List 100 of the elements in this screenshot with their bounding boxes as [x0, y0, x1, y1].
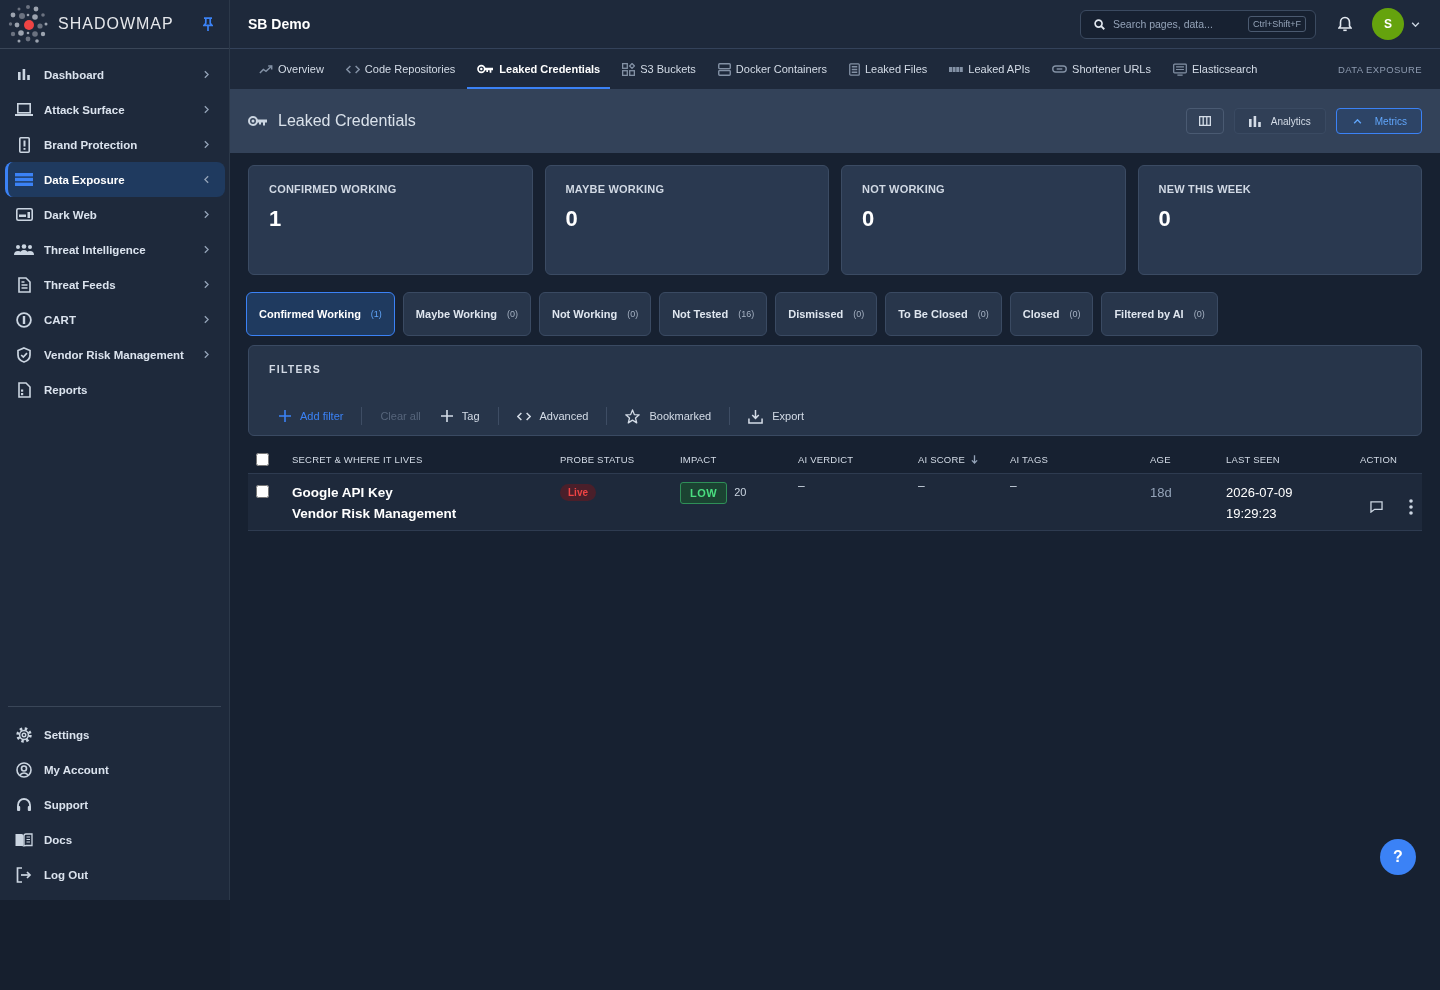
sidebar-item[interactable]: Data Exposure — [5, 162, 225, 197]
arrow-down-icon — [971, 454, 978, 464]
people-icon — [14, 244, 34, 255]
comment-button[interactable] — [1370, 501, 1383, 513]
column-header[interactable]: AI VERDICT — [798, 453, 854, 465]
more-button[interactable] — [1409, 499, 1413, 515]
status-tab[interactable]: Filtered by AI (0) — [1101, 292, 1218, 336]
code-brackets-icon — [516, 411, 531, 421]
user-circle-icon — [16, 761, 32, 778]
document-lines-icon — [848, 62, 860, 76]
logout-link[interactable]: Log Out — [5, 857, 225, 892]
nav-tab[interactable]: Leaked APIs — [939, 49, 1041, 89]
bell-icon — [1338, 16, 1352, 32]
nav-tab[interactable]: S3 Buckets — [612, 49, 706, 89]
sidebar-item[interactable]: Threat Feeds — [5, 267, 225, 302]
star-icon — [625, 408, 641, 424]
column-header[interactable]: SECRET & WHERE IT LIVES — [292, 453, 423, 465]
settings-link[interactable]: Settings — [5, 717, 225, 752]
table-cell: – — [1010, 478, 1017, 494]
sidebar-item[interactable]: CART — [5, 302, 225, 337]
metrics-button[interactable]: Metrics — [1335, 108, 1422, 134]
help-button[interactable]: ? — [1380, 839, 1416, 875]
chevron-right-icon — [204, 105, 209, 114]
phone-alert-icon — [18, 136, 30, 153]
sidebar-item[interactable]: Vendor Risk Management — [5, 337, 225, 372]
impact-badge: LOW — [680, 482, 728, 504]
id-card-icon — [15, 208, 33, 221]
nav-tab[interactable]: Elasticsearch — [1163, 49, 1268, 89]
column-header[interactable]: AGE — [1150, 453, 1171, 465]
plus-icon — [440, 410, 453, 422]
nav-tab[interactable]: Overview — [249, 49, 334, 89]
stacked-rows-icon — [15, 173, 33, 186]
trend-line-icon — [259, 64, 273, 74]
download-icon — [748, 408, 764, 424]
chevron-up-icon — [1352, 118, 1362, 124]
sidebar-item[interactable]: Attack Surface — [5, 92, 225, 127]
export-button[interactable]: Export — [738, 402, 815, 430]
metric-value: 0 — [862, 206, 875, 232]
account-link[interactable]: My Account — [5, 752, 225, 787]
secret-name[interactable]: Google API Key — [292, 482, 393, 503]
notifications-button[interactable] — [1338, 16, 1352, 32]
status-tab[interactable]: Dismissed (0) — [775, 292, 878, 336]
key-icon — [477, 64, 495, 74]
column-header[interactable]: IMPACT — [680, 453, 717, 465]
key-icon — [248, 115, 268, 127]
status-tab[interactable]: Maybe Working (0) — [402, 292, 531, 336]
chevron-right-icon — [204, 245, 209, 254]
nav-tab[interactable]: Leaked Files — [838, 49, 938, 89]
sidebar-item[interactable]: Dashboard — [5, 57, 225, 92]
table-cell: – — [798, 478, 805, 494]
nav-tab[interactable]: Shortener URLs — [1042, 49, 1161, 89]
status-tab[interactable]: Closed (0) — [1009, 292, 1094, 336]
filters-title: FILTERS — [269, 362, 322, 376]
impact-score: 20 — [734, 486, 747, 498]
sidebar-item[interactable]: Brand Protection — [5, 127, 225, 162]
page-title: Leaked Credentials — [278, 112, 416, 130]
bookmarked-button[interactable]: Bookmarked — [615, 402, 722, 430]
sidebar-item[interactable]: Reports — [5, 372, 225, 407]
advanced-button[interactable]: Advanced — [506, 402, 599, 430]
column-header[interactable]: AI TAGS — [1010, 453, 1048, 465]
nav-tab[interactable]: Docker Containers — [707, 49, 837, 89]
columns-button[interactable] — [1185, 108, 1224, 134]
metric-value: 1 — [269, 206, 282, 232]
document-icon — [17, 276, 31, 293]
headset-icon — [16, 797, 32, 812]
column-header[interactable]: ACTION — [1360, 453, 1398, 465]
pin-button[interactable] — [203, 17, 213, 31]
status-tab[interactable]: Confirmed Working (1) — [246, 292, 395, 336]
table-cell: – — [918, 478, 925, 494]
column-header[interactable]: LAST SEEN — [1226, 453, 1280, 465]
bar-chart-icon — [1248, 115, 1261, 127]
metric-label: NEW THIS WEEK — [1158, 183, 1251, 195]
chevron-right-icon — [204, 210, 209, 219]
table-cell-text: 2026-07-09 19:29:23 — [1226, 484, 1294, 523]
sidebar-item[interactable]: Dark Web — [5, 197, 225, 232]
column-header[interactable]: PROBE STATUS — [560, 453, 635, 465]
select-all-checkbox[interactable] — [256, 452, 269, 466]
blocks-icon — [949, 66, 964, 72]
status-tab[interactable]: To Be Closed (0) — [885, 292, 1002, 336]
status-tab[interactable]: Not Tested (16) — [659, 292, 768, 336]
chevron-right-icon — [204, 70, 209, 79]
status-tab[interactable]: Not Working (0) — [538, 292, 652, 336]
sidebar-item[interactable]: Threat Intelligence — [5, 232, 225, 267]
tag-button[interactable]: Tag — [430, 402, 490, 430]
docs-link[interactable]: Docs — [5, 822, 225, 857]
shortcut-hint: Ctrl+Shift+F — [1248, 15, 1306, 32]
chevron-right-icon — [204, 280, 209, 289]
nav-tab[interactable]: Code Repositories — [335, 49, 466, 89]
analytics-button[interactable]: Analytics — [1233, 108, 1326, 134]
support-link[interactable]: Support — [5, 787, 225, 822]
table-cell-text: 18d — [1150, 484, 1172, 502]
shield-check-icon — [17, 346, 31, 363]
metric-value: 0 — [565, 206, 578, 232]
metric-value: 0 — [1158, 206, 1171, 232]
server-icon — [717, 62, 731, 76]
laptop-icon — [15, 103, 33, 116]
column-header[interactable]: AI SCORE — [918, 453, 978, 465]
row-checkbox[interactable] — [256, 485, 269, 498]
chevron-right-icon — [204, 350, 209, 359]
chevron-right-icon — [204, 140, 209, 149]
